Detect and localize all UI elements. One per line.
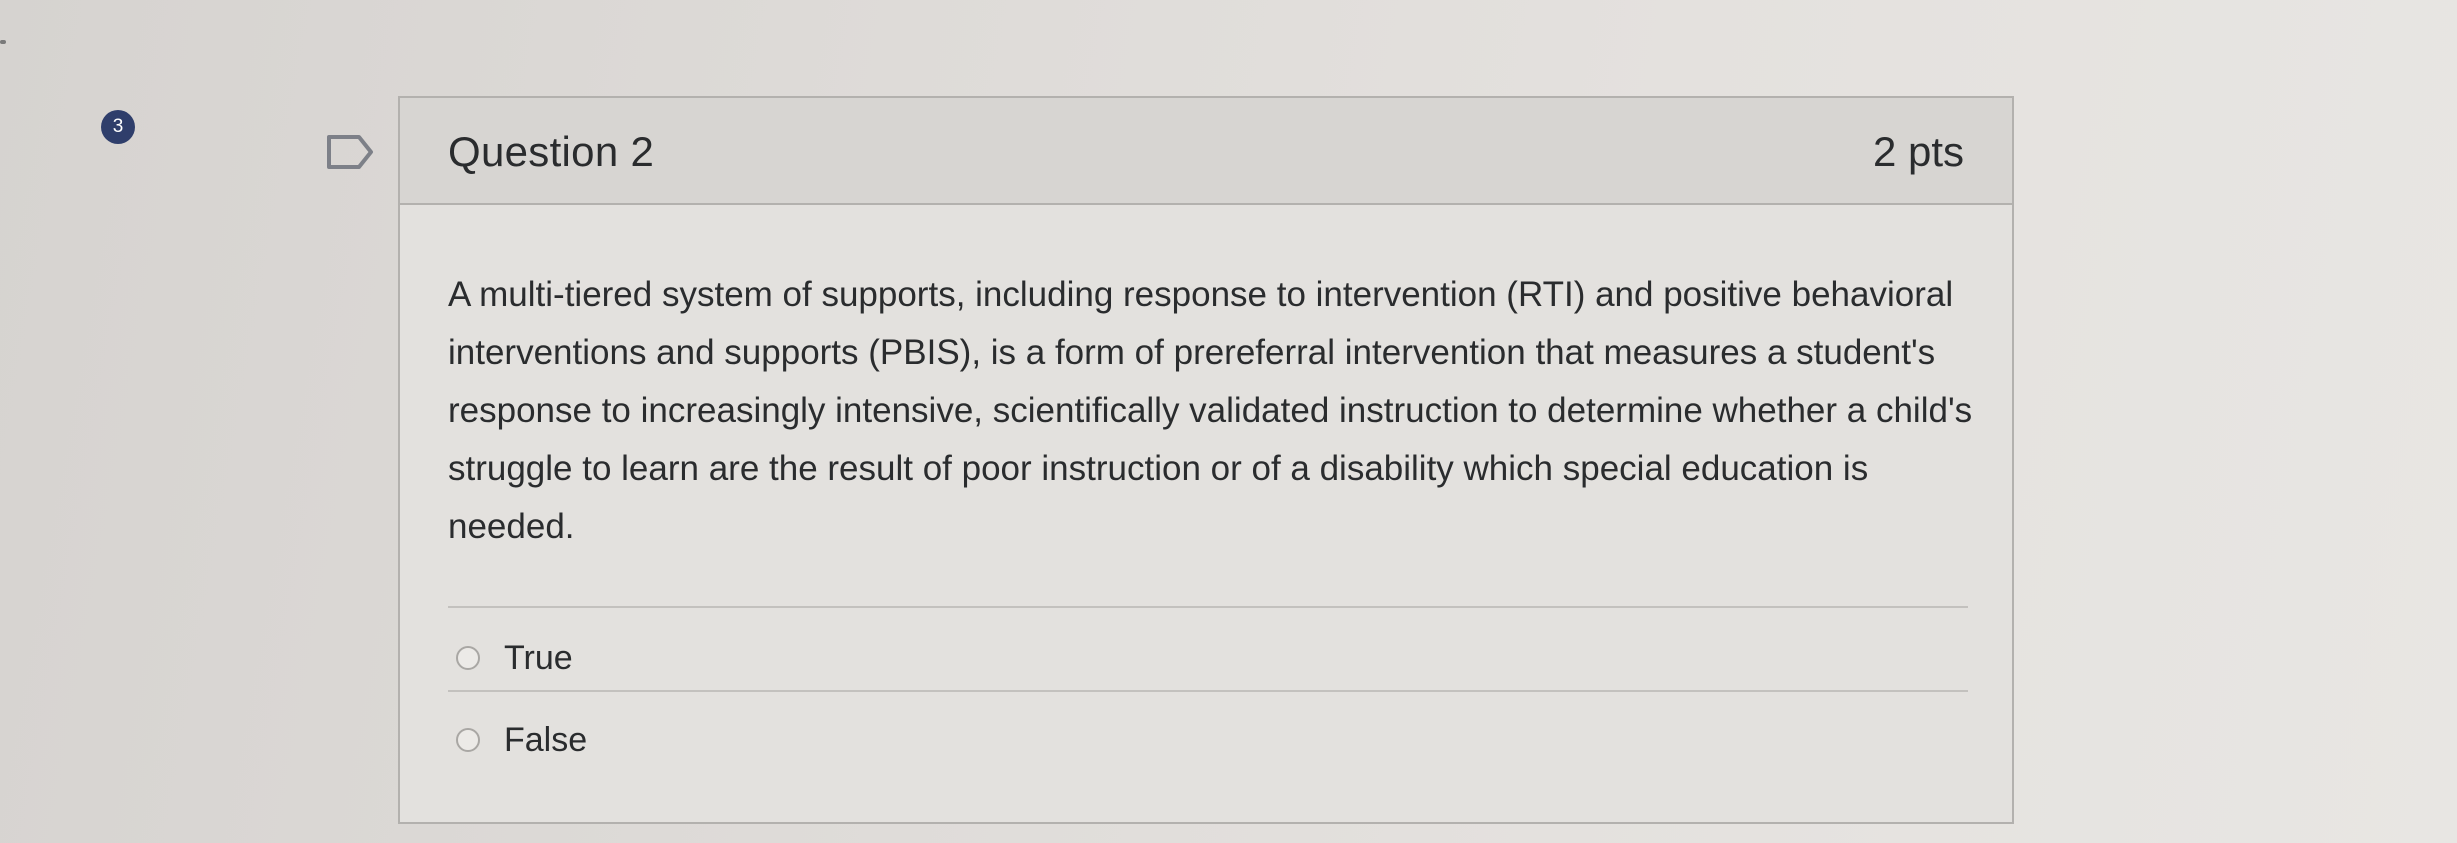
- answer-divider: [448, 606, 1968, 608]
- flag-icon[interactable]: [325, 133, 375, 171]
- answer-option-false[interactable]: False: [456, 720, 587, 760]
- page-edge-mark: [0, 40, 6, 44]
- question-header: Question 2 2 pts: [400, 98, 2012, 205]
- question-text: A multi-tiered system of supports, inclu…: [448, 275, 1973, 546]
- question-number-badge[interactable]: 3: [101, 110, 135, 144]
- answer-divider: [448, 690, 1968, 692]
- answer-label-false: False: [504, 720, 588, 759]
- radio-button-icon[interactable]: [456, 728, 480, 752]
- question-card: Question 2 2 pts A multi-tiered system o…: [398, 96, 2014, 824]
- question-points: 2 pts: [1872, 128, 1964, 175]
- answer-option-true[interactable]: True: [456, 638, 573, 678]
- radio-button-icon[interactable]: [456, 646, 480, 670]
- question-title: Question 2: [448, 128, 655, 175]
- answer-label-true: True: [504, 638, 573, 677]
